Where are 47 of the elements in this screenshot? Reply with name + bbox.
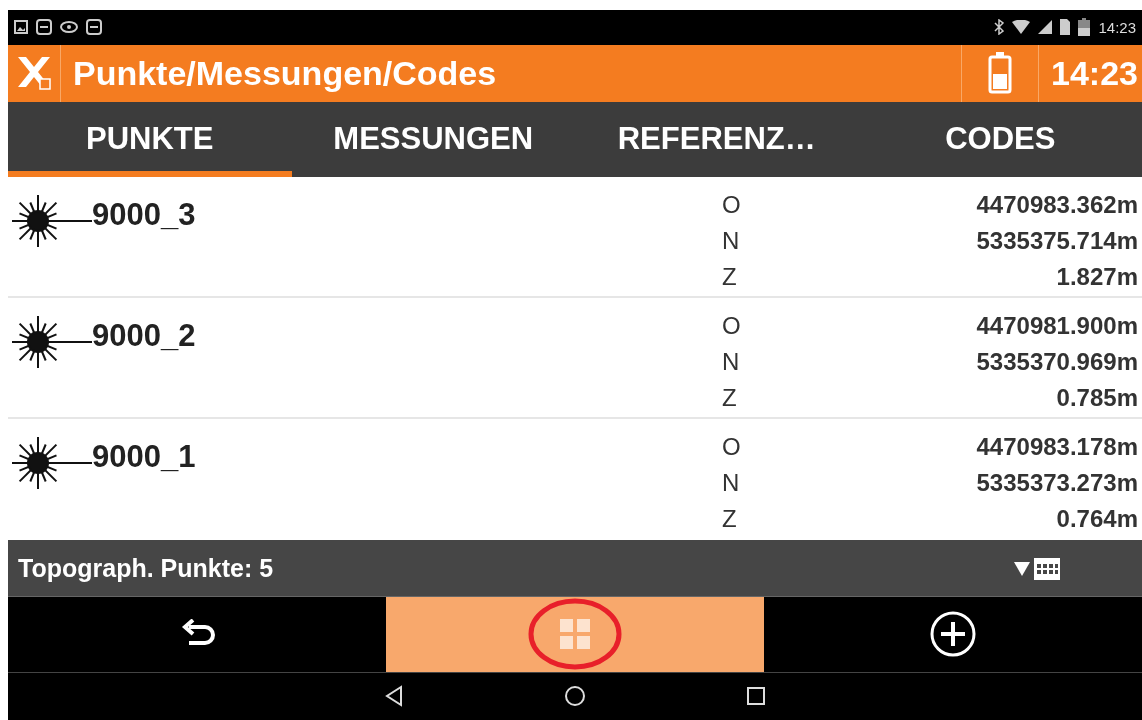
coordinate-value: 5335373.273m — [975, 467, 1139, 498]
home-nav-icon[interactable] — [564, 685, 586, 708]
coordinate-value: 5335375.714m — [975, 225, 1139, 256]
point-count: Topograph. Punkte: 5 — [18, 553, 274, 583]
point-name: 9000_3 — [92, 196, 196, 233]
app-logo-icon — [16, 55, 52, 92]
point-row[interactable]: 9000_2 O 4470981.900m N 5335370.969m Z 0.785m — [8, 297, 1142, 419]
bluetooth-icon — [994, 19, 1005, 36]
point-row[interactable]: 9000_1 O 4470983.178m N 5335373.273m Z 0.764m — [8, 418, 1142, 540]
coordinate-value: 4470981.900m — [975, 310, 1139, 341]
axis-label: Z — [722, 503, 738, 534]
signal-icon — [1038, 20, 1053, 35]
clock-time: 14:23 — [1050, 53, 1139, 93]
axis-label: O — [722, 189, 742, 220]
axis-label: N — [722, 467, 741, 498]
battery-icon — [988, 52, 1013, 95]
grid-icon — [560, 619, 590, 650]
tab[interactable]: MESSUNGEN — [291, 101, 575, 177]
sim-icon — [1060, 19, 1071, 36]
axis-label: O — [722, 431, 742, 462]
wifi-icon — [1012, 20, 1031, 35]
coordinate-value: 0.764m — [1055, 503, 1139, 534]
axis-label: Z — [722, 261, 738, 292]
coordinate-value: 1.827m — [1055, 261, 1139, 292]
add-icon — [929, 610, 977, 659]
tab[interactable]: REFERENZ… — [575, 101, 859, 177]
battery-icon — [1078, 18, 1091, 37]
coordinate-value: 4470983.362m — [975, 189, 1139, 220]
point-row[interactable]: 9000_3 O 4470983.362m N 5335375.714m Z 1.827m — [8, 176, 1142, 298]
coordinate-value: 5335370.969m — [975, 346, 1139, 377]
axis-label: N — [722, 225, 741, 256]
coordinate-value: 4470983.178m — [975, 431, 1139, 462]
app-title: Punkte/Messungen/Codes — [72, 53, 498, 93]
grid-button[interactable] — [386, 597, 764, 672]
recents-nav-icon[interactable] — [746, 686, 766, 707]
axis-label: N — [722, 346, 741, 377]
axis-label: O — [722, 310, 742, 341]
axis-label: Z — [722, 382, 738, 413]
point-name: 9000_2 — [92, 317, 196, 354]
tab[interactable]: CODES — [858, 101, 1142, 177]
eye-icon — [60, 20, 78, 35]
status-time: 14:23 — [1098, 18, 1136, 36]
point-name: 9000_1 — [92, 438, 196, 475]
back-nav-icon[interactable] — [384, 685, 404, 708]
coordinate-value: 0.785m — [1055, 382, 1139, 413]
tab[interactable]: PUNKTE — [8, 101, 292, 177]
image-icon — [14, 20, 28, 35]
